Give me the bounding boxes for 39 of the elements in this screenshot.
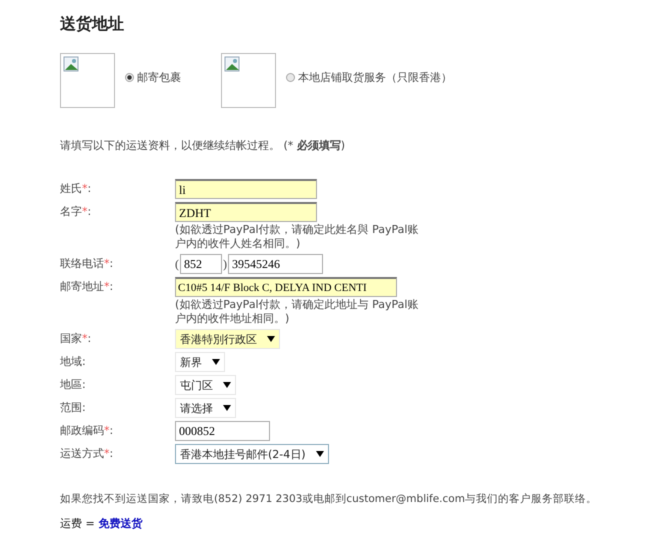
field-label: 地域: — [60, 355, 86, 368]
broken-image-icon — [221, 53, 276, 108]
dropdown[interactable]: 屯门区 — [175, 375, 236, 395]
field-label: 地區: — [60, 378, 86, 391]
input-field[interactable]: C10#5 14/F Block C, DELYA IND CENTI — [175, 277, 397, 297]
field-label: 联络电话*: — [60, 257, 114, 270]
area-code-field[interactable]: 852 — [180, 254, 222, 274]
caret-icon — [223, 405, 231, 411]
section-title: 送货地址 — [60, 14, 125, 35]
input-field[interactable]: li — [175, 179, 317, 199]
field-label: 邮政编码*: — [60, 424, 114, 437]
shipping-label: 运费 = — [60, 516, 95, 531]
field-note: (如欲透过PayPal付款，请确定此姓名與 PayPal账户内的收件人姓名相同。) — [175, 223, 420, 251]
field-label: 邮寄地址*: — [60, 280, 114, 293]
field-note: (如欲透过PayPal付款，请确定此地址与 PayPal账户内的收件地址相同。) — [175, 298, 420, 326]
input-field[interactable]: ZDHT — [175, 202, 317, 222]
caret-icon — [267, 336, 275, 342]
instructions-text: 请填写以下的运送资料，以便继续结帐过程。 (* 必须填写) — [60, 138, 346, 153]
broken-image-icon — [60, 53, 115, 108]
field-label: 运送方式*: — [60, 447, 114, 460]
field-label: 名字*: — [60, 205, 92, 218]
paren-text: ) — [223, 256, 227, 272]
phone-field[interactable]: 39545246 — [228, 254, 323, 274]
caret-icon — [212, 359, 220, 365]
shipping-value: 免费送货 — [98, 516, 143, 531]
dropdown[interactable]: 新界 — [175, 352, 225, 372]
caret-icon — [316, 451, 324, 457]
dropdown[interactable]: 香港本地挂号邮件(2-4日) — [175, 444, 329, 464]
field-label: 国家*: — [60, 332, 92, 345]
help-text: 如果您找不到运送国家，请致电(852) 2971 2303或电邮到customer@mblife.com与我们的客户服务部联络。 — [60, 492, 595, 506]
input-field[interactable]: 000852 — [175, 421, 270, 441]
delivery-radio[interactable]: 本地店铺取货服务（只限香港） — [286, 70, 452, 85]
field-label: 姓氏*: — [60, 182, 92, 195]
paren-text: ( — [175, 256, 179, 272]
delivery-radio[interactable]: 邮寄包裹 — [125, 70, 181, 85]
dropdown[interactable]: 请选择 — [175, 398, 236, 418]
caret-icon — [223, 382, 231, 388]
dropdown[interactable]: 香港特別行政区 — [175, 329, 280, 349]
field-label: 范围: — [60, 401, 86, 414]
